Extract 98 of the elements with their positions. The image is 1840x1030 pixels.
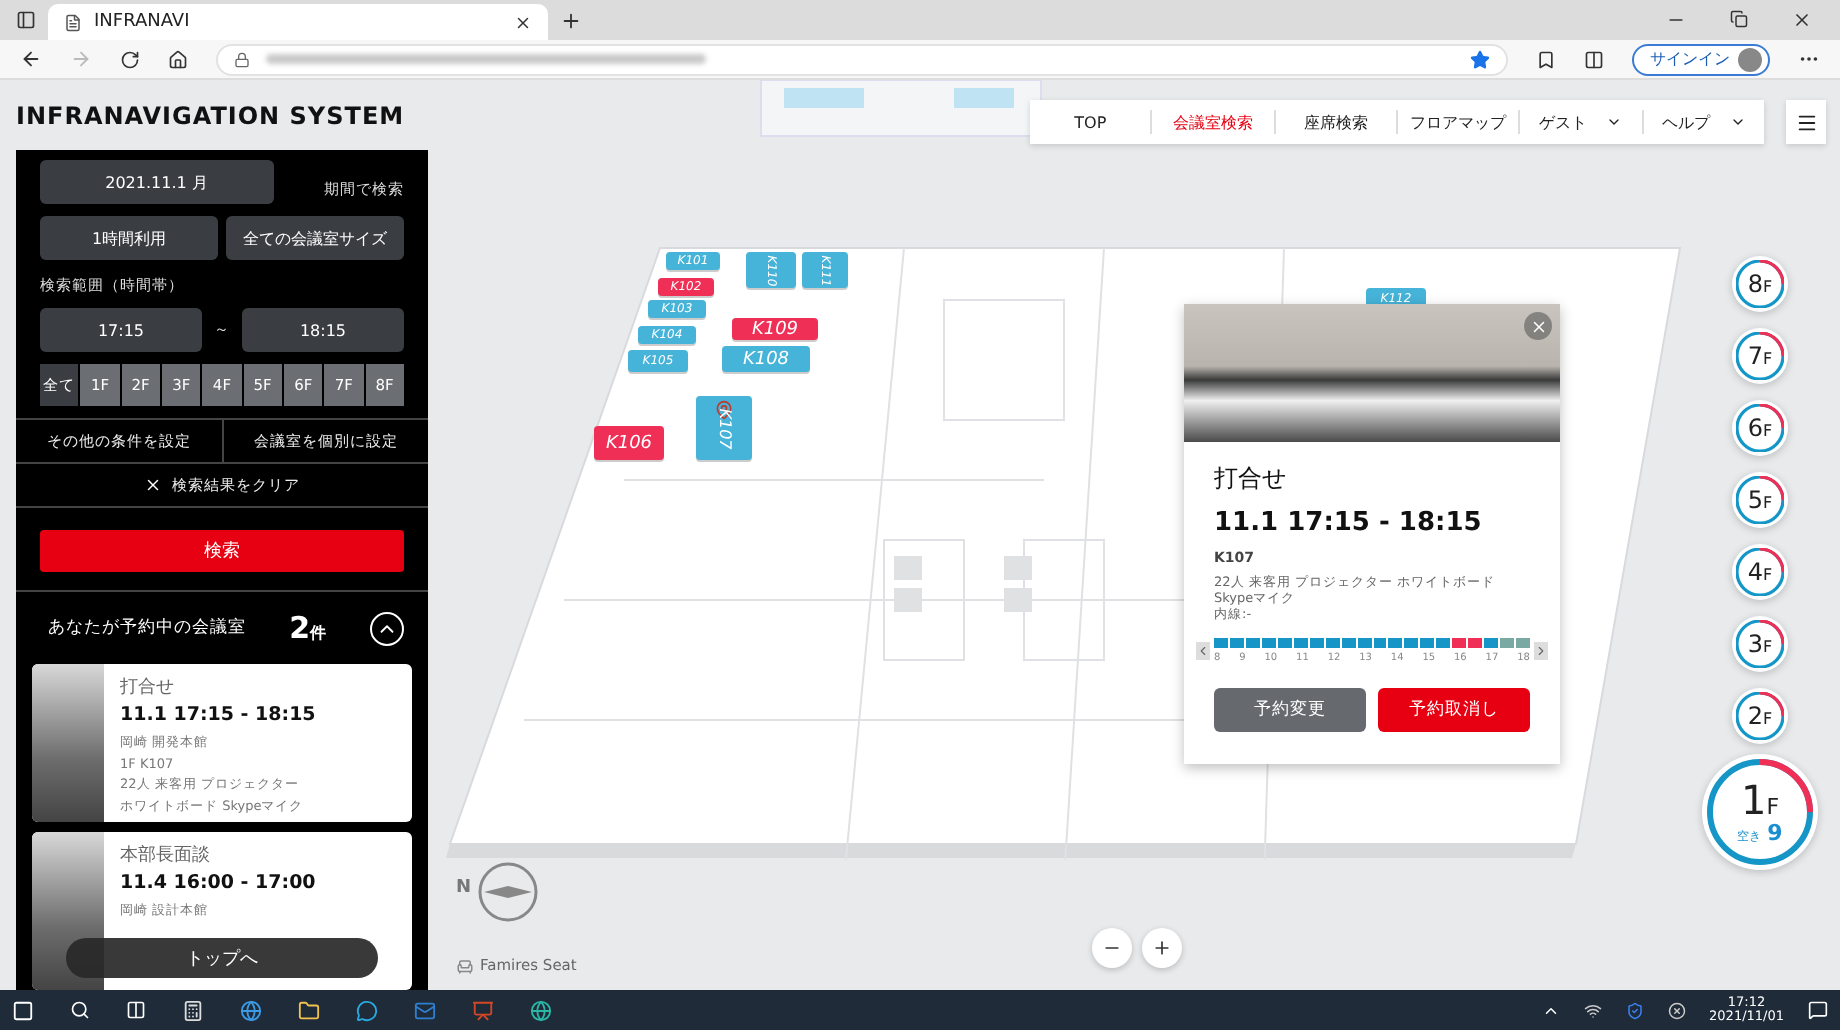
next-button[interactable] bbox=[1534, 642, 1548, 661]
room-size-button[interactable]: 全ての会議室サイズ bbox=[226, 216, 404, 260]
occupancy-ring bbox=[1736, 332, 1784, 380]
end-time-field[interactable]: 18:15 bbox=[242, 308, 404, 352]
close-icon bbox=[514, 13, 532, 31]
search-button[interactable]: 検索 bbox=[40, 530, 404, 572]
popup-action-button[interactable]: 予約変更 bbox=[1214, 688, 1366, 733]
floor-button[interactable]: 5F bbox=[1732, 472, 1788, 528]
back-icon bbox=[20, 48, 42, 70]
occupancy-ring bbox=[1736, 620, 1784, 668]
avatar-icon bbox=[1738, 47, 1762, 71]
floor-button[interactable]: 2F bbox=[1732, 688, 1788, 744]
back-to-top-button[interactable]: トップへ bbox=[66, 938, 378, 978]
shield-icon bbox=[1625, 1001, 1644, 1019]
occupancy-ring bbox=[1736, 692, 1784, 740]
meeting-time: 11.4 16:00 - 17:00 bbox=[120, 872, 316, 894]
mail-icon[interactable] bbox=[414, 999, 436, 1021]
error-icon bbox=[1667, 1001, 1686, 1019]
floor-label: 5F bbox=[1747, 488, 1773, 512]
room-marker[interactable]: K109 bbox=[732, 318, 818, 340]
floor-button[interactable]: 8F bbox=[1732, 256, 1788, 312]
caret-icon bbox=[1729, 114, 1746, 130]
globe-icon[interactable] bbox=[240, 999, 262, 1021]
chat-icon[interactable] bbox=[356, 999, 378, 1021]
popup-time: 11.1 17:15 - 18:15 bbox=[1214, 508, 1484, 538]
close-icon bbox=[1792, 10, 1812, 30]
chevron-right-icon bbox=[1534, 644, 1548, 659]
popup-action-button[interactable]: 予約取消し bbox=[1378, 688, 1530, 733]
occupancy-ring bbox=[1736, 548, 1784, 596]
occupancy-ring bbox=[1736, 476, 1784, 524]
popup-title: 打合せ bbox=[1214, 462, 1288, 496]
floor-label: 2F bbox=[1747, 704, 1773, 728]
floor-button[interactable]: 3F bbox=[1732, 616, 1788, 672]
task-view-icon[interactable] bbox=[126, 1000, 146, 1020]
presentation-icon[interactable] bbox=[472, 999, 494, 1021]
reservations-title: あなたが予約中の会議室 bbox=[48, 616, 248, 640]
nav-tab[interactable]: 座席検索 bbox=[1273, 110, 1396, 134]
favorites-icon bbox=[1536, 49, 1556, 69]
meeting-name: 打合せ bbox=[120, 675, 176, 700]
nav-tab[interactable]: フロアマップ bbox=[1395, 110, 1519, 134]
reload-icon bbox=[120, 49, 140, 69]
star-icon bbox=[1470, 49, 1490, 69]
date-button[interactable]: 2021.11.1 月 bbox=[40, 160, 274, 204]
nav-tab[interactable]: TOP bbox=[1030, 110, 1151, 134]
room-marker[interactable]: K106 bbox=[594, 426, 664, 460]
caret-icon bbox=[1606, 114, 1623, 130]
zoom-in-button[interactable] bbox=[1142, 928, 1182, 968]
floor-label: 7F bbox=[1747, 344, 1773, 368]
floor-label: 1 F bbox=[1740, 779, 1780, 819]
calculator-icon[interactable] bbox=[182, 999, 204, 1021]
close-icon bbox=[144, 476, 162, 494]
occupancy-ring bbox=[1706, 758, 1814, 866]
occupancy-ring bbox=[1736, 404, 1784, 452]
app-title: INFRANAVIGATION SYSTEM bbox=[16, 99, 407, 133]
tab-title: INFRANAVI bbox=[94, 12, 192, 32]
close-button[interactable] bbox=[1524, 312, 1552, 340]
search-icon[interactable] bbox=[70, 1000, 90, 1020]
sign-in-button[interactable]: サインイン bbox=[1632, 43, 1770, 75]
notification-icon bbox=[1808, 1000, 1828, 1020]
floor-label: 4F bbox=[1747, 560, 1773, 584]
menu-icon bbox=[1795, 111, 1817, 133]
collapse-button[interactable] bbox=[370, 611, 404, 645]
compass-icon bbox=[476, 860, 540, 924]
duration-button[interactable]: 1時間利用 bbox=[40, 216, 218, 260]
floor-label: 3F bbox=[1747, 632, 1773, 656]
collections-icon bbox=[1584, 49, 1604, 69]
meeting-name: 本部長面談 bbox=[120, 843, 212, 868]
floor-button[interactable]: 6F bbox=[1732, 400, 1788, 456]
page-icon bbox=[64, 13, 82, 31]
browser-tab[interactable]: INFRANAVI bbox=[48, 4, 548, 40]
floor-label: 8F bbox=[1747, 272, 1773, 296]
floor-label: 6F bbox=[1747, 416, 1773, 440]
nav-tab[interactable]: ゲスト bbox=[1518, 110, 1642, 134]
plus-icon bbox=[1152, 938, 1172, 958]
meeting-time: 11.1 17:15 - 18:15 bbox=[120, 704, 316, 726]
previous-button[interactable] bbox=[1196, 642, 1210, 661]
close-icon bbox=[1529, 317, 1547, 335]
sidebar-icon bbox=[16, 10, 36, 30]
wifi-icon bbox=[1583, 1001, 1602, 1019]
new-tab-icon bbox=[560, 9, 582, 31]
start-time-field[interactable]: 17:15 bbox=[40, 308, 202, 352]
folder-icon[interactable] bbox=[298, 999, 320, 1021]
compass-label: N bbox=[456, 878, 472, 898]
floor-button[interactable]: 4F bbox=[1732, 544, 1788, 600]
reservation-count: 2件 bbox=[289, 610, 326, 646]
home-icon bbox=[168, 49, 188, 69]
floor-button[interactable]: 7F bbox=[1732, 328, 1788, 384]
occupancy-ring bbox=[1736, 260, 1784, 308]
menu-button[interactable] bbox=[1786, 100, 1826, 144]
forward-icon bbox=[70, 48, 92, 70]
seat-icon bbox=[456, 958, 474, 976]
lock-icon bbox=[234, 51, 250, 67]
maximize-icon bbox=[1730, 10, 1748, 28]
chevron-left-icon bbox=[1196, 644, 1210, 659]
nav-tab[interactable]: 会議室検索 bbox=[1150, 110, 1274, 134]
nav-tab[interactable]: ヘルプ bbox=[1641, 110, 1764, 134]
globe-icon[interactable] bbox=[530, 999, 552, 1021]
windows-icon[interactable] bbox=[12, 999, 34, 1021]
